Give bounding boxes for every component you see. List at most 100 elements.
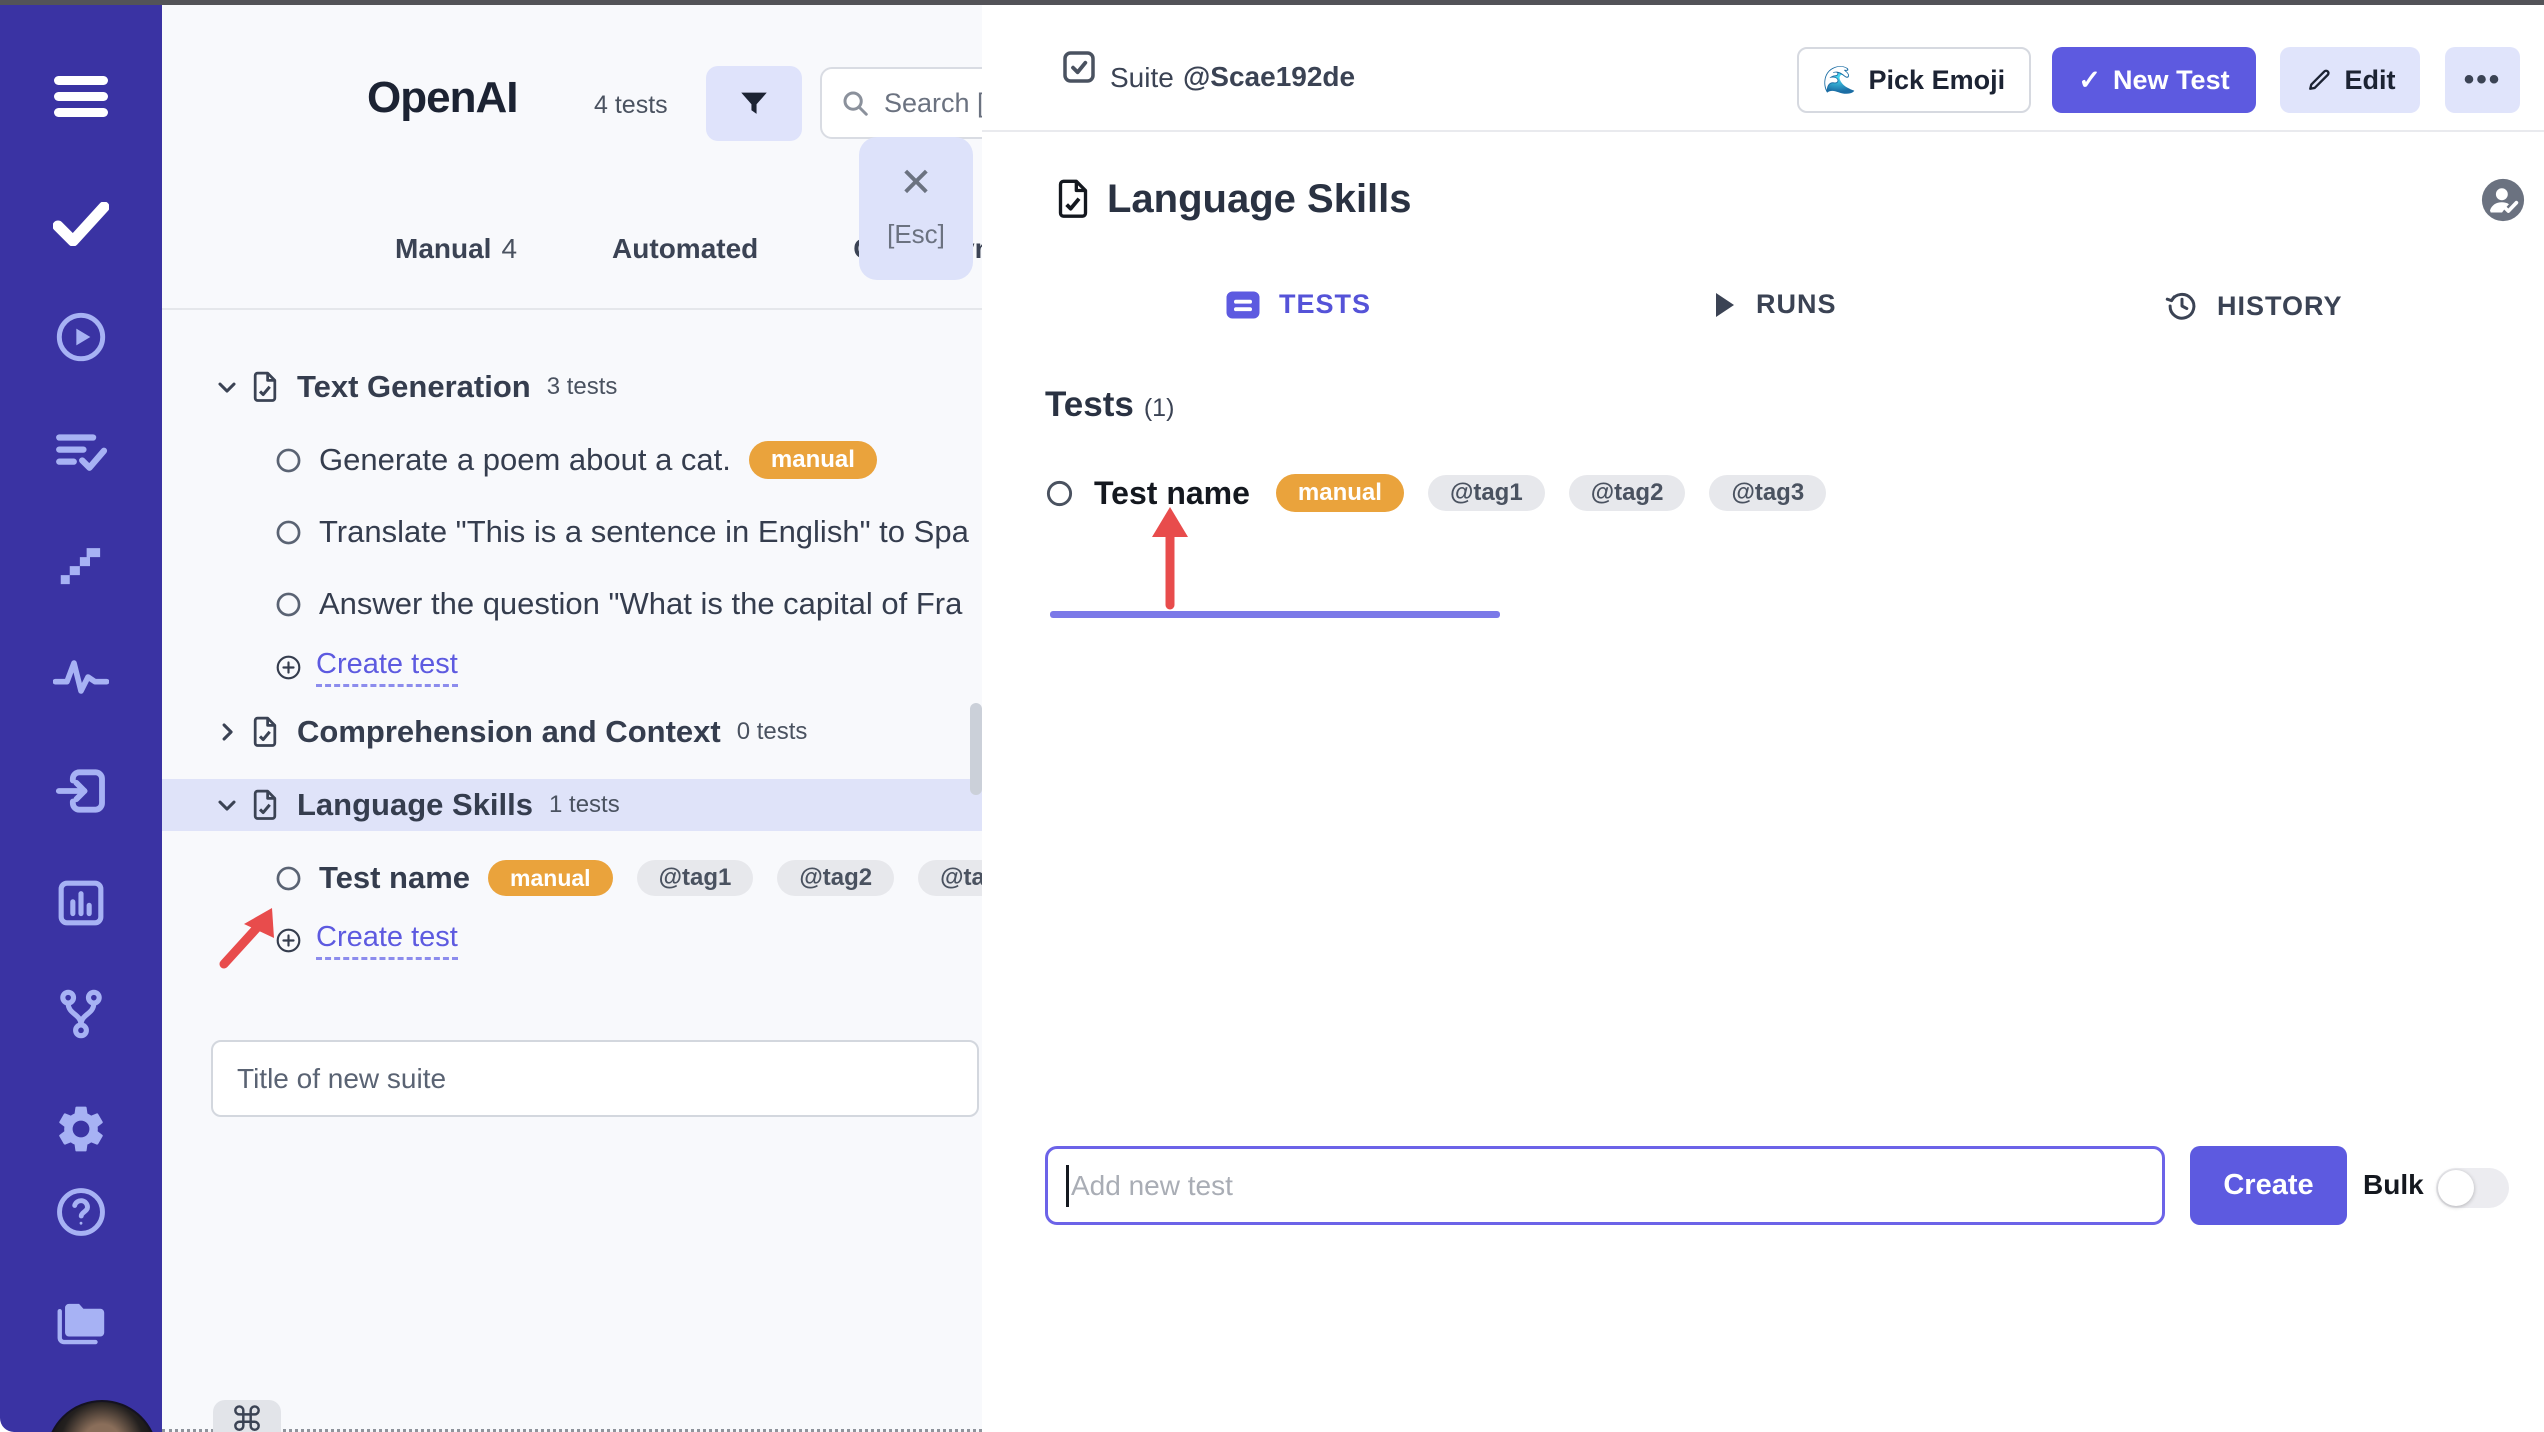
assignee-avatar-icon[interactable] <box>2480 177 2526 223</box>
doc-check-icon <box>249 715 281 749</box>
create-test-link-text-generation[interactable]: Create test <box>275 645 458 689</box>
tag-badge: @tag2 <box>777 860 895 896</box>
new-suite-input[interactable] <box>211 1040 979 1117</box>
check-icon[interactable] <box>0 194 162 254</box>
add-test-inputbox <box>1045 1146 2165 1225</box>
test-row-translate[interactable]: Translate "This is a sentence in English… <box>162 507 982 557</box>
plus-circle-icon <box>275 927 302 954</box>
create-button[interactable]: Create <box>2190 1146 2347 1225</box>
tab-automated[interactable]: Automated <box>612 233 758 265</box>
plus-circle-icon <box>275 654 302 681</box>
suite-header: Suite @Scae192de 🌊 Pick Emoji ✓ New Test… <box>982 5 2544 132</box>
circle-status-icon <box>275 591 302 618</box>
suite-list-panel: OpenAI 4 tests Manual4 Automated Out of … <box>162 5 1142 1432</box>
pencil-icon <box>2305 66 2333 94</box>
add-test-input[interactable] <box>1071 1169 2144 1202</box>
group-count: 3 tests <box>546 373 618 400</box>
history-clock-icon <box>2165 289 2199 323</box>
wave-emoji-icon: 🌊 <box>1822 65 1857 95</box>
test-row-test-name[interactable]: Test name manual @tag1 @tag2 @tag3 <box>1045 467 1827 519</box>
group-row-language-skills[interactable]: Language Skills 1 tests <box>162 779 982 831</box>
group-name: Comprehension and Context <box>297 714 721 749</box>
tab-history[interactable]: HISTORY <box>2165 289 2343 323</box>
doc-check-icon <box>1053 177 1093 221</box>
tag-badge: @tag1 <box>636 860 754 896</box>
manual-badge: manual <box>488 860 613 896</box>
annotation-arrow-up <box>1152 507 1188 610</box>
manual-badge: manual <box>748 441 877 479</box>
circle-status-icon <box>275 447 302 474</box>
suite-detail-panel: Suite @Scae192de 🌊 Pick Emoji ✓ New Test… <box>982 5 2544 1432</box>
text-cursor <box>1066 1164 1069 1207</box>
command-key-button[interactable]: ⌘ <box>213 1400 281 1432</box>
group-row-text-generation[interactable]: Text Generation 3 tests <box>162 362 982 412</box>
chevron-down-icon[interactable] <box>213 791 243 819</box>
test-row-generate-poem[interactable]: Generate a poem about a cat. manual <box>162 435 982 485</box>
tab-bar-divider <box>162 308 982 310</box>
search-icon <box>840 88 870 118</box>
test-name: Test name <box>1094 474 1250 511</box>
pick-emoji-button[interactable]: 🌊 Pick Emoji <box>1797 47 2031 113</box>
create-test-label[interactable]: Create test <box>316 648 458 687</box>
circle-status-icon <box>275 519 302 546</box>
circle-status-icon <box>275 865 302 892</box>
git-branch-icon[interactable] <box>0 984 162 1044</box>
activity-icon[interactable] <box>0 647 162 707</box>
close-search-popup[interactable]: ✕ [Esc] <box>859 137 973 280</box>
tab-manual[interactable]: Manual 4 <box>395 233 517 265</box>
doc-check-icon <box>249 370 281 404</box>
test-row-test-name[interactable]: Test name manual @tag1 @tag2 @tag3 <box>162 853 982 903</box>
new-test-button[interactable]: ✓ New Test <box>2052 47 2256 113</box>
org-title: OpenAI <box>367 73 518 122</box>
ellipsis-icon: ••• <box>2463 63 2502 96</box>
user-avatar[interactable] <box>46 1400 158 1432</box>
test-row-answer-question[interactable]: Answer the question "What is the capital… <box>162 579 982 629</box>
chevron-down-icon[interactable] <box>213 373 243 401</box>
manual-badge: manual <box>1275 474 1404 512</box>
create-test-label[interactable]: Create test <box>316 921 458 960</box>
create-test-link-language-skills[interactable]: Create test <box>275 918 458 962</box>
play-icon <box>1712 290 1738 320</box>
list-check-icon[interactable] <box>0 422 162 482</box>
group-name: Language Skills <box>297 787 534 822</box>
sign-in-icon[interactable] <box>0 761 162 821</box>
test-label: Answer the question "What is the capital… <box>319 586 963 621</box>
circle-status-icon <box>1045 479 1074 508</box>
detail-tab-bar: TESTS RUNS HISTORY <box>982 281 2544 618</box>
test-label: Generate a poem about a cat. <box>319 442 731 477</box>
tag-badge: @tag3 <box>1709 475 1827 511</box>
tab-manual-count: 4 <box>501 233 518 264</box>
suite-title: Language Skills <box>1107 177 1412 221</box>
left-panel-scrollbar[interactable] <box>970 703 982 795</box>
sidebar <box>0 5 162 1432</box>
tag-badge: @tag1 <box>1427 475 1545 511</box>
toggle-knob <box>2438 1170 2474 1206</box>
tag-badge: @tag2 <box>1568 475 1686 511</box>
steps-icon[interactable] <box>0 535 162 595</box>
tag-badge: @tag3 <box>918 860 982 896</box>
help-icon[interactable] <box>0 1182 162 1242</box>
gear-icon[interactable] <box>0 1099 162 1159</box>
group-row-comprehension[interactable]: Comprehension and Context 0 tests <box>162 707 982 757</box>
play-circle-icon[interactable] <box>0 307 162 367</box>
test-label: Translate "This is a sentence in English… <box>319 514 969 549</box>
group-count: 1 tests <box>549 791 620 818</box>
tests-count: (1) <box>1143 394 1175 422</box>
suite-label: Suite <box>1110 62 1174 93</box>
tests-section-heading: Tests (1) <box>1045 385 1175 424</box>
filter-button[interactable] <box>706 66 802 141</box>
command-icon: ⌘ <box>230 1401 264 1432</box>
folders-icon[interactable] <box>0 1292 162 1352</box>
tab-tests[interactable]: TESTS <box>1225 289 1371 320</box>
menu-icon[interactable] <box>0 67 162 127</box>
chevron-right-icon[interactable] <box>213 718 243 746</box>
test-label: Test name <box>319 860 471 895</box>
bar-chart-icon[interactable] <box>0 873 162 933</box>
edit-button[interactable]: Edit <box>2280 47 2420 113</box>
close-icon[interactable]: ✕ <box>859 163 973 203</box>
tab-runs[interactable]: RUNS <box>1712 289 1837 320</box>
check-icon: ✓ <box>2078 64 2102 95</box>
bulk-toggle[interactable] <box>2436 1168 2509 1208</box>
more-options-button[interactable]: ••• <box>2445 47 2520 113</box>
tests-list-icon <box>1225 290 1261 320</box>
